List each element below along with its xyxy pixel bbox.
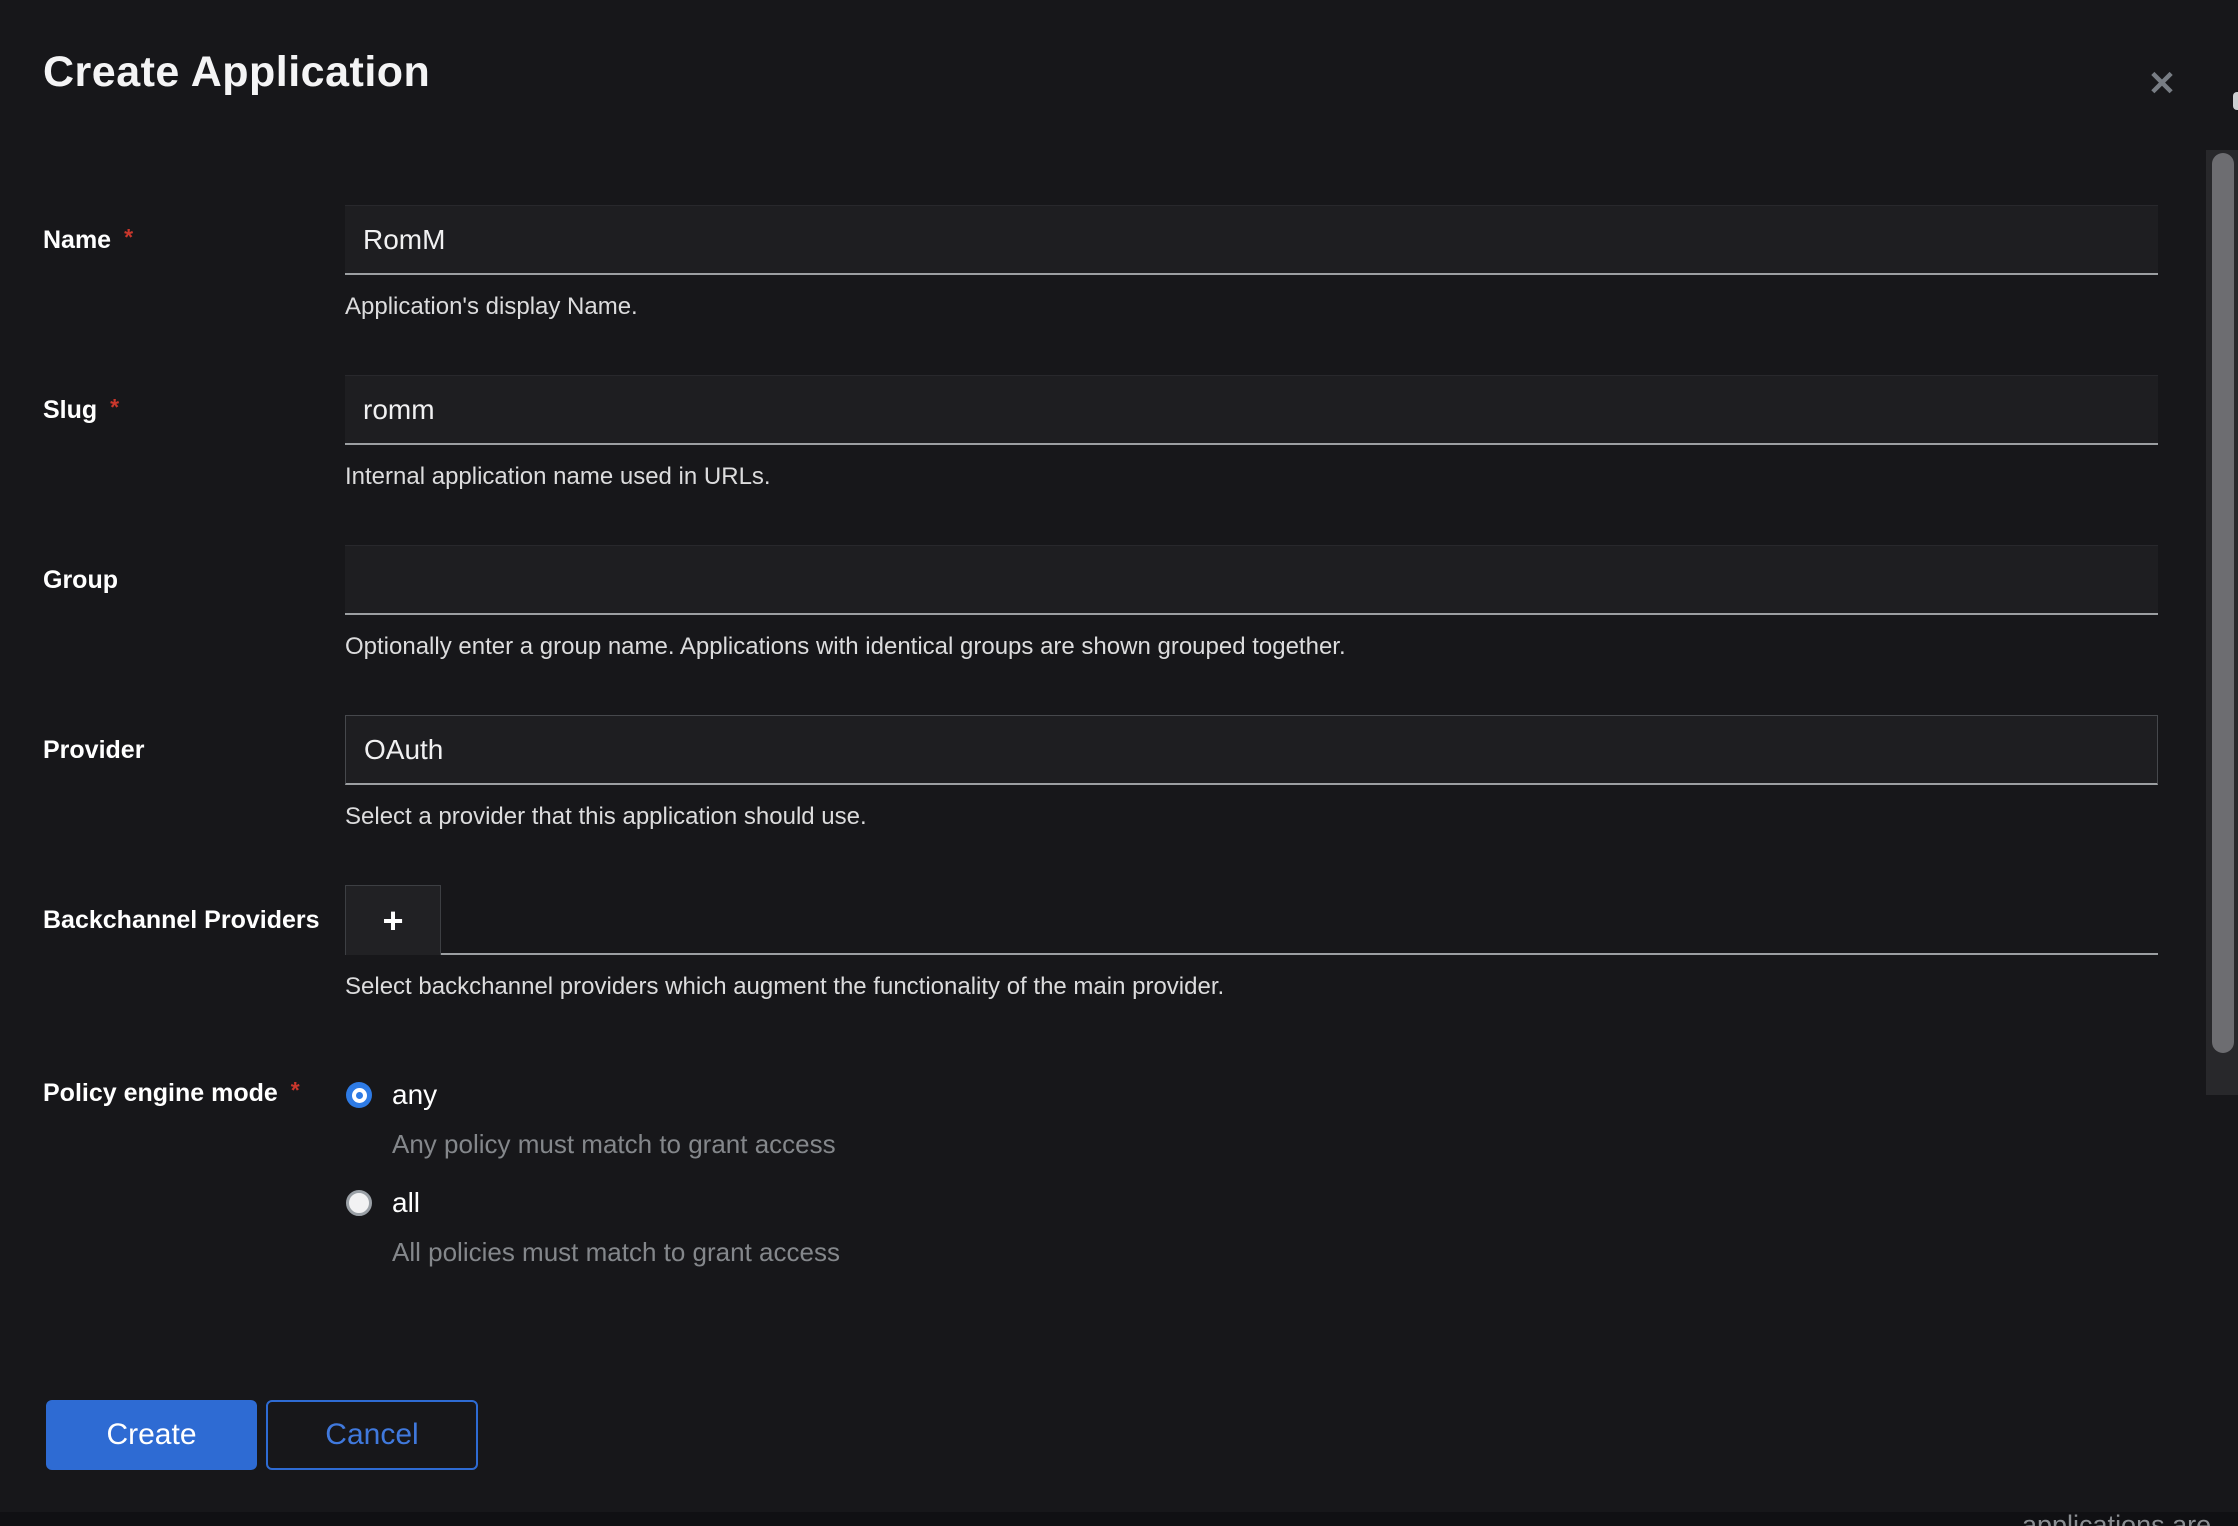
- policy-engine-mode-label: Policy engine mode*: [43, 1079, 300, 1108]
- slug-input[interactable]: [345, 375, 2158, 445]
- radio-all-helper-text: All policies must match to grant access: [392, 1237, 840, 1268]
- backchannel-providers-label: Backchannel Providers: [43, 906, 320, 935]
- plus-icon: +: [382, 900, 403, 942]
- scrollbar-thumb[interactable]: [2212, 153, 2234, 1053]
- group-input[interactable]: [345, 545, 2158, 615]
- scrollbar-track[interactable]: [2206, 150, 2238, 1095]
- radio-any-label[interactable]: any: [392, 1079, 437, 1111]
- radio-unselected-icon[interactable]: [346, 1190, 372, 1216]
- radio-all-label[interactable]: all: [392, 1187, 420, 1219]
- group-label: Group: [43, 566, 118, 595]
- background-page-text: applications are: [2022, 1512, 2211, 1526]
- backchannel-providers-list: +: [345, 885, 2158, 955]
- required-asterisk: *: [124, 224, 133, 250]
- background-page-fragment: [2233, 92, 2238, 110]
- name-input[interactable]: [345, 205, 2158, 275]
- provider-select[interactable]: OAuth: [345, 715, 2158, 785]
- name-label: Name*: [43, 226, 133, 255]
- provider-helper-text: Select a provider that this application …: [345, 803, 867, 831]
- provider-label: Provider: [43, 736, 144, 765]
- radio-option-any[interactable]: any: [346, 1079, 437, 1111]
- backchannel-helper-text: Select backchannel providers which augme…: [345, 973, 1224, 1001]
- name-helper-text: Application's display Name.: [345, 293, 638, 321]
- slug-label: Slug*: [43, 396, 119, 425]
- radio-option-all[interactable]: all: [346, 1187, 420, 1219]
- background-page-edge: applications are: [0, 1512, 2238, 1526]
- group-helper-text: Optionally enter a group name. Applicati…: [345, 633, 1346, 661]
- dialog-title: Create Application: [43, 48, 430, 97]
- add-provider-button[interactable]: +: [345, 885, 441, 955]
- required-asterisk: *: [291, 1077, 300, 1103]
- create-application-dialog: Create Application ✕ Name* Application's…: [0, 0, 2238, 1526]
- required-asterisk: *: [110, 394, 119, 420]
- slug-helper-text: Internal application name used in URLs.: [345, 463, 771, 491]
- close-icon[interactable]: ✕: [2138, 62, 2186, 106]
- radio-selected-icon[interactable]: [346, 1082, 372, 1108]
- radio-any-helper-text: Any policy must match to grant access: [392, 1129, 836, 1160]
- create-button[interactable]: Create: [46, 1400, 257, 1470]
- cancel-button[interactable]: Cancel: [266, 1400, 478, 1470]
